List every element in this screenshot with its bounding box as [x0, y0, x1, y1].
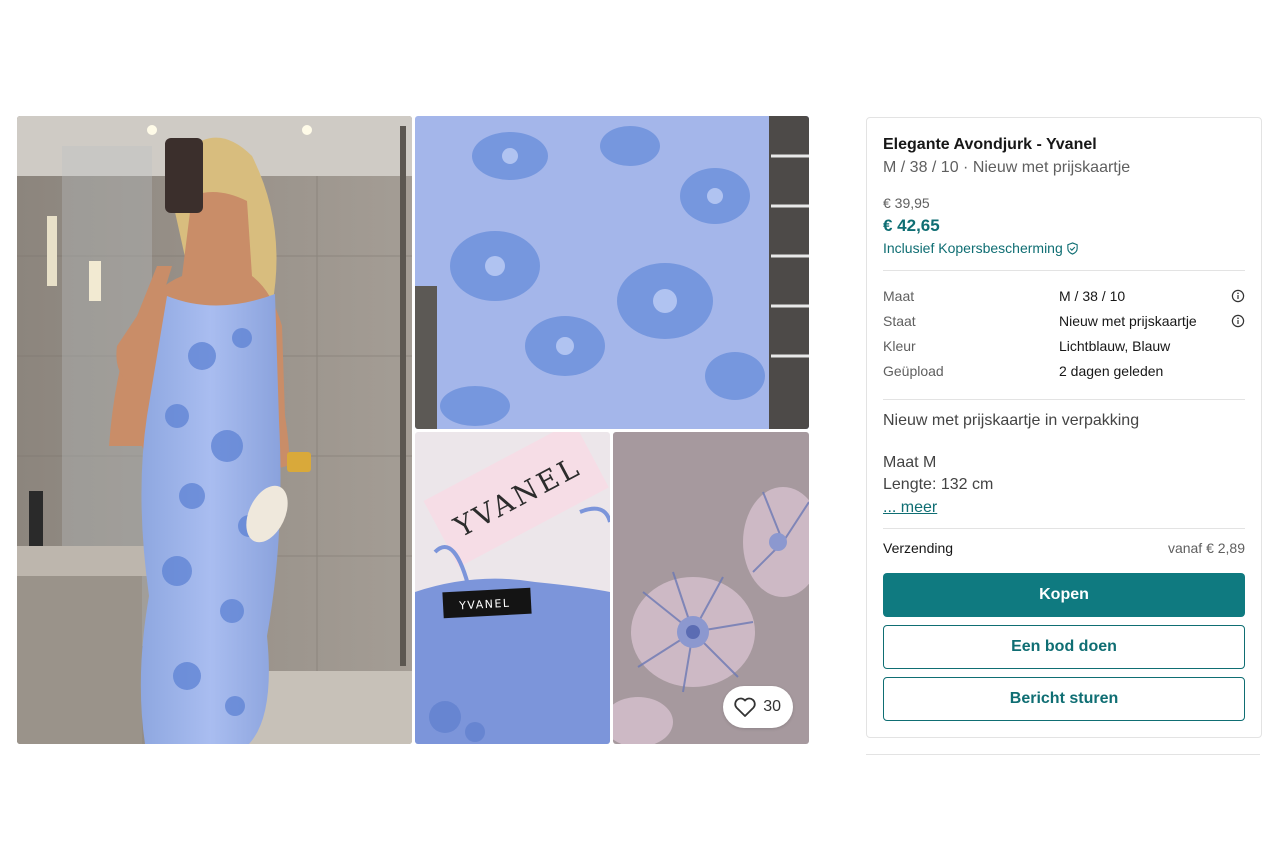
info-icon[interactable]	[1231, 314, 1245, 328]
detail-value: Nieuw met prijskaartje	[1059, 312, 1197, 329]
divider	[883, 399, 1245, 400]
details-list: Maat M / 38 / 10 Staat Nieuw met prijska…	[883, 283, 1245, 383]
divider	[883, 270, 1245, 271]
shield-check-icon	[1067, 241, 1078, 255]
photo-main-image	[17, 116, 412, 744]
detail-label: Maat	[883, 287, 915, 304]
item-summary-card: Elegante Avondjurk - Yvanel M / 38 / 10 …	[866, 117, 1262, 738]
buy-button[interactable]: Kopen	[883, 573, 1245, 617]
photo-brand-label-image: YVANEL YVANEL	[415, 432, 610, 744]
detail-row-condition: Staat Nieuw met prijskaartje	[883, 308, 1245, 333]
shipping-price: vanaf € 2,89	[1167, 540, 1245, 556]
photo-main[interactable]	[17, 116, 412, 744]
description-size: Maat M	[883, 454, 937, 471]
buyer-protection-label: Inclusief Kopersbescherming	[883, 240, 1063, 256]
info-icon[interactable]	[1231, 289, 1245, 303]
photo-detail-fabric[interactable]	[415, 116, 809, 429]
detail-label: Geüpload	[883, 362, 944, 379]
make-offer-button[interactable]: Een bod doen	[883, 625, 1245, 669]
shipping-label: Verzending	[883, 540, 954, 556]
favourite-button[interactable]: 30	[723, 686, 793, 728]
detail-row-color: Kleur Lichtblauw, Blauw	[883, 333, 1245, 358]
photo-brand-label[interactable]: YVANEL YVANEL	[415, 432, 610, 744]
label-brand-text: YVANEL	[458, 597, 511, 613]
photo-embroidery[interactable]: 30	[613, 432, 809, 744]
description-line: Nieuw met prijskaartje in verpakking	[883, 412, 1140, 429]
send-message-button[interactable]: Bericht sturen	[883, 677, 1245, 721]
item-subtitle: M / 38 / 10 · Nieuw met prijskaartje	[883, 159, 1131, 176]
description-length: Lengte: 132 cm	[883, 476, 994, 493]
photo-detail-fabric-image	[415, 116, 809, 429]
divider	[866, 754, 1260, 755]
description-more-link[interactable]: ... meer	[883, 496, 937, 520]
detail-value: Lichtblauw, Blauw	[1059, 337, 1171, 354]
price-original: € 39,95	[883, 195, 930, 211]
price-total: € 42,65	[883, 216, 940, 235]
detail-row-size: Maat M / 38 / 10	[883, 283, 1245, 308]
detail-label: Kleur	[883, 337, 916, 354]
detail-label: Staat	[883, 312, 916, 329]
heart-icon	[734, 697, 756, 717]
detail-value: M / 38 / 10	[1059, 287, 1126, 304]
favourite-count: 30	[763, 698, 781, 715]
detail-value: 2 dagen geleden	[1059, 362, 1164, 379]
photo-gallery: YVANEL YVANEL 30	[17, 116, 809, 744]
buyer-protection-link[interactable]: Inclusief Kopersbescherming	[883, 239, 1245, 257]
item-title: Elegante Avondjurk - Yvanel	[883, 136, 1097, 153]
shipping-row: Verzending vanaf € 2,89	[883, 529, 1245, 567]
detail-row-uploaded: Geüpload 2 dagen geleden	[883, 358, 1245, 383]
